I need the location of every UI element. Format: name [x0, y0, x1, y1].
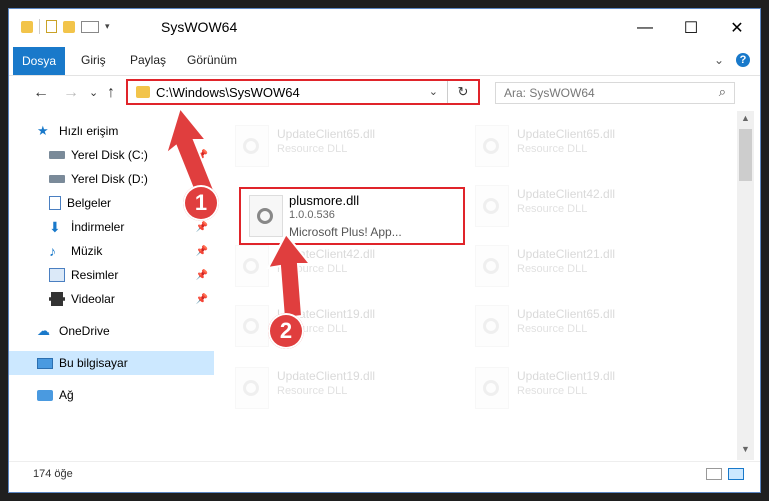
arrow-2	[266, 232, 313, 320]
tutorial-arrows	[164, 105, 313, 320]
step-badge-2: 2	[268, 313, 304, 349]
step-badge-1: 1	[183, 185, 219, 221]
arrow-1	[164, 105, 216, 198]
